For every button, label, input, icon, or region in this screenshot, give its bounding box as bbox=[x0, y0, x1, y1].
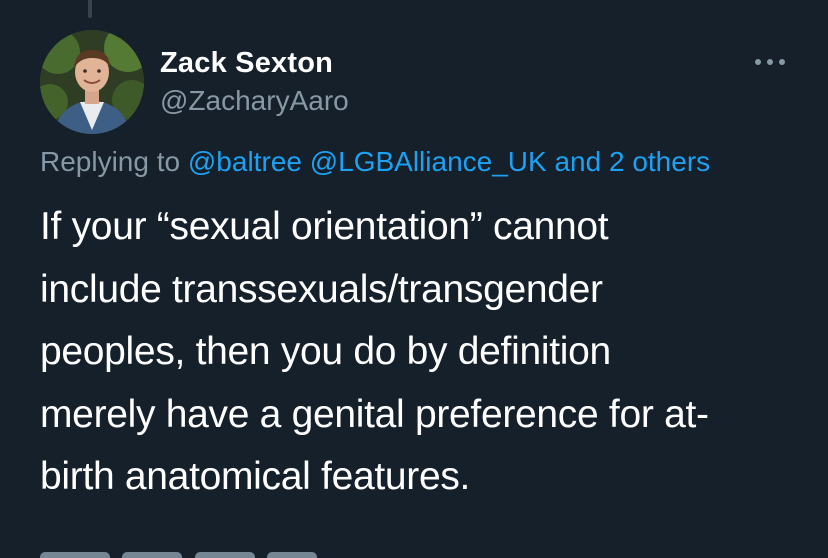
tweet-text-line: If your “sexual orientation” cannot bbox=[40, 205, 609, 248]
avatar-photo bbox=[40, 30, 144, 134]
tweet-text-line: merely have a genital preference for at- bbox=[40, 392, 709, 436]
tweet-metadata-cropped bbox=[40, 548, 510, 558]
tweet-text-line: include transsexuals/transgender bbox=[40, 267, 603, 311]
tweet-body: If your “sexual orientation” cannot incl… bbox=[40, 196, 800, 509]
tweet-text-line: birth anatomical features. bbox=[40, 455, 471, 498]
mention-link-lgballiance[interactable]: @LGBAlliance_UK bbox=[310, 146, 547, 177]
others-link[interactable]: and 2 others bbox=[554, 146, 710, 177]
author-display-name[interactable]: Zack Sexton bbox=[160, 46, 333, 80]
cropped-text-fragment bbox=[40, 552, 110, 558]
author-handle[interactable]: @ZacharyAaro bbox=[160, 84, 349, 118]
cropped-text-fragment bbox=[194, 552, 255, 558]
avatar[interactable] bbox=[40, 30, 144, 134]
replying-to-label: Replying to bbox=[40, 146, 181, 177]
tweet-text-line: peoples, then you do by definition bbox=[40, 330, 611, 373]
replying-to-line: Replying to @baltree @LGBAlliance_UK and… bbox=[40, 144, 710, 180]
cropped-text-fragment bbox=[267, 552, 318, 558]
mention-link-baltree[interactable]: @baltree bbox=[188, 146, 302, 177]
more-options-button[interactable] bbox=[748, 48, 792, 76]
cropped-text-fragment bbox=[122, 552, 183, 558]
more-horizontal-icon bbox=[755, 59, 785, 65]
thread-connector-line bbox=[88, 0, 92, 18]
